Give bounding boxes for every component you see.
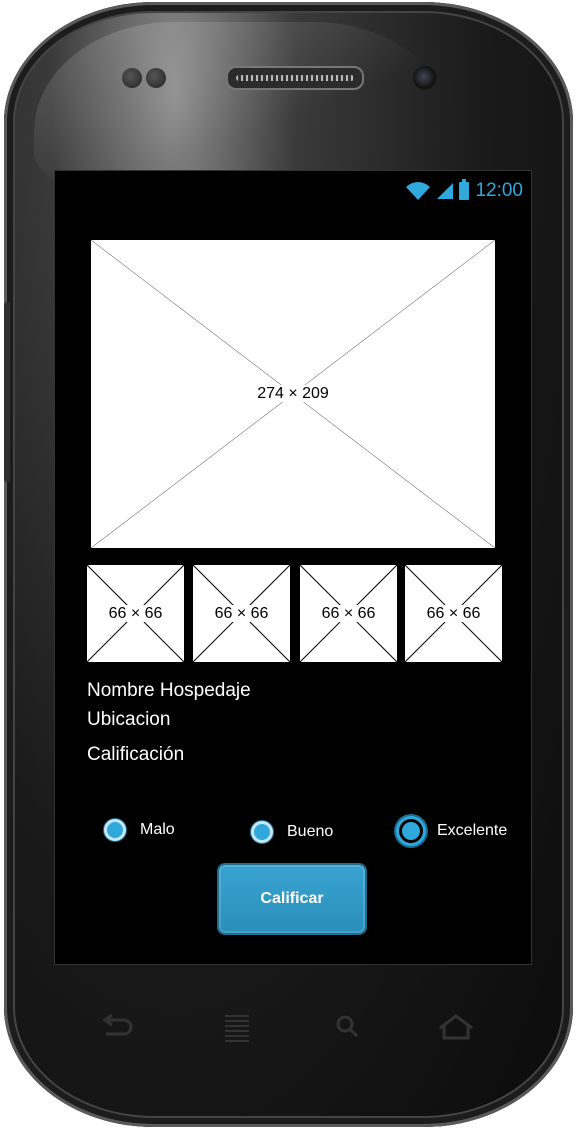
rating-option-excelente[interactable]: Excelente [399,819,507,843]
status-bar: 12:00 [405,179,523,202]
front-camera [413,66,437,90]
rating-option-label: Malo [140,821,175,838]
thumbnail-label: 66 × 66 [320,604,377,622]
thumbnail-2[interactable]: 66 × 66 [193,565,290,662]
rating-option-malo[interactable]: Malo [104,819,175,841]
battery-icon [459,179,470,200]
signal-icon [437,183,454,199]
radio-button[interactable] [251,821,273,843]
thumbnail-label: 66 × 66 [425,604,482,622]
thumbnail-4[interactable]: 66 × 66 [405,565,502,662]
phone-glare [34,22,454,182]
lodging-location: Ubicacion [87,709,171,730]
hero-image-label: 274 × 209 [256,385,330,402]
hardware-nav-bar [0,1010,577,1050]
proximity-sensor [122,68,142,88]
hero-image: 274 × 209 [91,240,495,548]
rating-heading: Calificación [87,744,185,765]
status-time: 12:00 [475,180,523,201]
thumbnail-1[interactable]: 66 × 66 [87,565,184,662]
rating-option-label: Excelente [437,822,508,839]
rating-option-bueno[interactable]: Bueno [251,821,333,843]
thumbnail-3[interactable]: 66 × 66 [300,565,397,662]
thumbnail-label: 66 × 66 [107,604,164,622]
volume-button [4,302,10,482]
radio-button[interactable] [104,819,126,841]
lodging-name: Nombre Hospedaje [87,680,251,701]
home-icon[interactable] [434,1010,478,1046]
earpiece-speaker [226,66,364,90]
menu-icon[interactable] [215,1010,259,1046]
radio-button-selected[interactable] [399,819,423,843]
app-screen: 12:00 274 × 209 66 × 66 66 × 66 66 × 66 [54,170,532,965]
wifi-icon [406,182,431,200]
search-icon[interactable] [327,1010,371,1046]
calificar-button[interactable]: Calificar [219,865,365,933]
thumbnail-label: 66 × 66 [213,604,270,622]
rating-option-label: Bueno [287,823,334,840]
light-sensor [146,68,166,88]
back-icon[interactable] [96,1010,140,1046]
